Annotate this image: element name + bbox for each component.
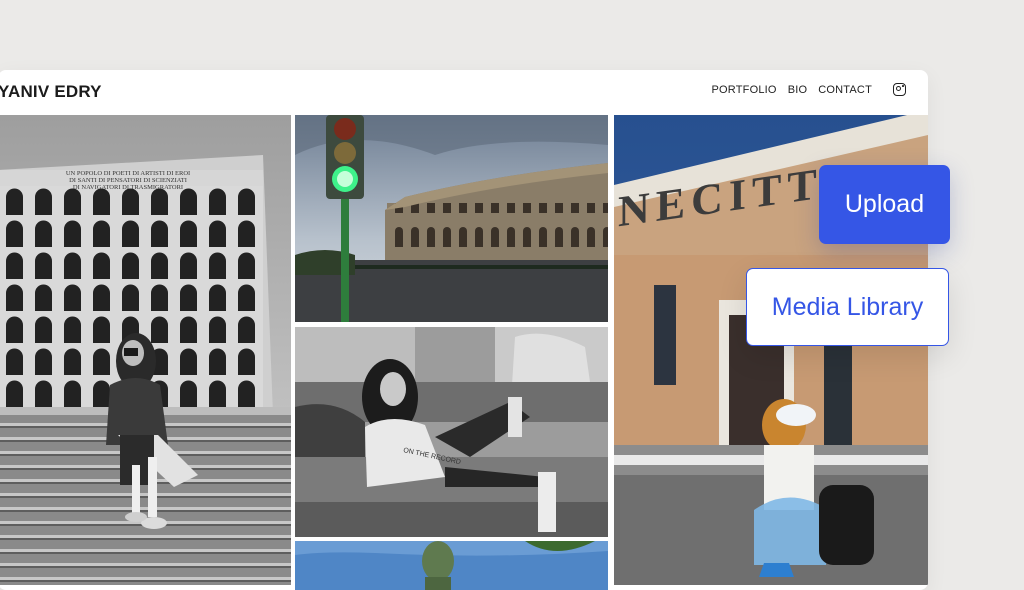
palazzo-civilta-image: UN POPOLO DI POETI DI ARTISTI DI EROI DI…	[0, 115, 291, 585]
site-brand[interactable]: YANIV EDRY	[0, 82, 102, 102]
photo-colosseum[interactable]	[295, 115, 608, 322]
nav-contact[interactable]: CONTACT	[818, 84, 872, 96]
photo-palazzo-civilta[interactable]: UN POPOLO DI POETI DI ARTISTI DI EROI DI…	[0, 115, 291, 585]
media-library-button[interactable]: Media Library	[746, 268, 949, 346]
inscription-line-2: DI SANTI DI PENSATORI DI SCIENZIATI	[69, 177, 187, 184]
nav-bio[interactable]: BIO	[788, 84, 808, 96]
trevi-portrait-image: ON THE RECORD	[295, 327, 608, 537]
inscription-line-1: UN POPOLO DI POETI DI ARTISTI DI EROI	[66, 170, 190, 177]
photo-statue[interactable]	[295, 541, 608, 590]
inscription-line-3: DI NAVIGATORI DI TRASMIGRATORI	[73, 184, 183, 191]
photo-trevi-portrait[interactable]: ON THE RECORD	[295, 327, 608, 537]
site-header: YANIV EDRY PORTFOLIO BIO CONTACT	[0, 70, 928, 114]
site-nav: PORTFOLIO BIO CONTACT	[712, 84, 872, 96]
statue-image	[295, 541, 608, 590]
colosseum-image	[295, 115, 608, 322]
instagram-icon[interactable]	[893, 83, 906, 96]
nav-portfolio[interactable]: PORTFOLIO	[712, 84, 777, 96]
upload-button[interactable]: Upload	[819, 165, 950, 244]
